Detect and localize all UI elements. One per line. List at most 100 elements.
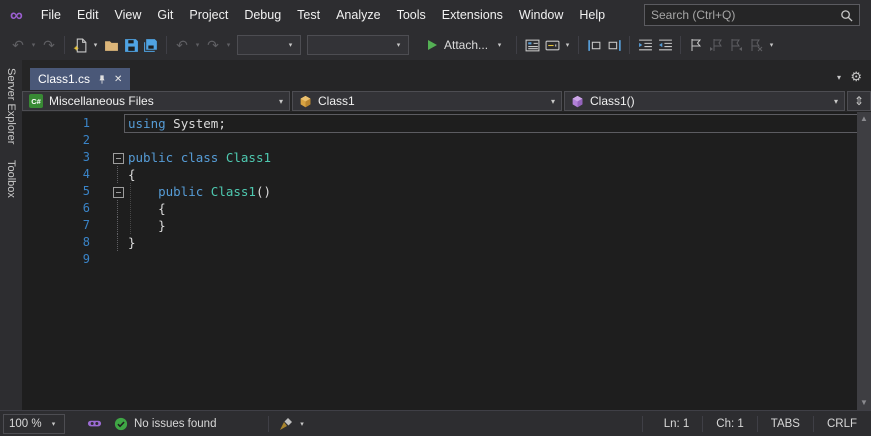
indent-decrease-icon[interactable] [635,34,655,56]
tab-class1-cs[interactable]: Class1.cs ✕ [30,68,131,90]
code-line-5[interactable]: 5 public Class1() [22,183,857,200]
menu-item-project[interactable]: Project [181,4,236,26]
menu-item-test[interactable]: Test [289,4,328,26]
menu-item-window[interactable]: Window [511,4,571,26]
search-icon[interactable] [840,9,853,22]
code-token: Class1 [210,184,256,199]
split-toggle-icon: ⇕ [853,94,865,108]
scroll-down-icon[interactable]: ▼ [857,396,871,410]
solution-platform-combobox[interactable]: ▾ [307,35,409,55]
menu-item-git[interactable]: Git [149,4,181,26]
start-debug-icon [426,39,438,51]
code-line-8[interactable]: 8} [22,234,857,251]
code-line-2[interactable]: 2 [22,132,857,149]
code-token: } [128,218,166,233]
tab-settings-gear-icon[interactable]: ⚙ [850,69,862,85]
navigate-backward-dropdown-icon[interactable]: ▾ [28,41,39,49]
code-line-9[interactable]: 9 [22,251,857,268]
menu-item-analyze[interactable]: Analyze [328,4,388,26]
fold-collapse-button[interactable] [112,149,125,166]
menu-item-edit[interactable]: Edit [69,4,107,26]
line-ending-indicator[interactable]: CRLF [816,418,868,430]
member-list-icon[interactable] [522,34,542,56]
fold-collapse-button[interactable] [112,183,125,200]
code-cleanup-dropdown-icon[interactable]: ▾ [296,420,307,428]
code-token: Class1 [225,150,272,165]
code-token: System; [173,116,226,131]
copilot-icon[interactable] [87,416,102,431]
save-all-icon[interactable] [141,34,161,56]
menu-item-view[interactable]: View [107,4,150,26]
redo-icon[interactable]: ↷ [203,34,223,56]
navigate-forward-icon[interactable]: ↷ [39,34,59,56]
code-editor[interactable]: 1 using System; 2 3 public class Class1 4{5 p… [22,112,871,410]
undo-dropdown-icon[interactable]: ▾ [192,41,203,49]
pin-icon[interactable] [97,74,107,85]
navigate-backward-icon[interactable]: ↶ [8,34,28,56]
indent-guide [130,183,131,234]
quick-info-icon[interactable] [584,34,604,56]
tab-list-dropdown-icon[interactable]: ▾ [837,73,841,82]
toolbar-separator [680,36,682,54]
code-cleanup-button[interactable]: ▾ [279,417,307,431]
indent-increase-icon[interactable] [655,34,675,56]
zoom-dropdown[interactable]: 100 % ▾ [3,413,65,434]
fold-margin [112,217,125,234]
project-dropdown[interactable]: C# Miscellaneous Files ▾ [22,91,290,111]
solution-configuration-combobox[interactable]: ▾ [237,35,301,55]
document-health-indicator[interactable]: No issues found [114,417,216,431]
type-dropdown[interactable]: Class1 ▾ [292,91,562,111]
code-line-7[interactable]: 7 } [22,217,857,234]
code-line-1[interactable]: 1 using System; [22,114,858,133]
new-file-dropdown-icon[interactable]: ▾ [90,41,101,49]
visual-studio-window: ∞ File Edit View Git Project Debug Test Analyze… [0,0,871,436]
indent-mode-indicator[interactable]: TABS [760,418,811,430]
line-indicator[interactable]: Ln: 1 [653,418,701,430]
close-tab-icon[interactable]: ✕ [114,74,122,85]
toolbar-dropdown-icon[interactable]: ▾ [562,41,573,49]
tab-strip: Class1.cs ✕ ▾ ⚙ [22,60,871,90]
attach-button[interactable]: Attach... ▾ [420,34,511,56]
toolbar-separator [578,36,580,54]
parameter-info-icon[interactable] [542,34,562,56]
attach-dropdown-icon[interactable]: ▾ [494,41,505,49]
column-indicator[interactable]: Ch: 1 [705,418,755,430]
fold-margin [112,251,125,268]
word-completion-icon[interactable] [604,34,624,56]
zoom-dropdown-icon: ▾ [51,420,56,428]
method-icon [571,95,584,108]
toolbar-overflow-icon[interactable]: ▾ [766,41,777,49]
menu-item-extensions[interactable]: Extensions [434,4,511,26]
menu-item-debug[interactable]: Debug [236,4,289,26]
save-icon[interactable] [121,34,141,56]
open-file-icon[interactable] [101,34,121,56]
side-tab-toolbox[interactable]: Toolbox [5,160,17,198]
scroll-up-icon[interactable]: ▲ [857,112,871,126]
member-dropdown[interactable]: Class1() ▾ [564,91,845,111]
undo-icon[interactable]: ↶ [172,34,192,56]
chevron-down-icon: ▾ [833,96,838,106]
code-line-4[interactable]: 4{ [22,166,857,183]
search-box[interactable] [644,4,860,26]
code-line-3[interactable]: 3 public class Class1 [22,149,857,166]
menu-item-tools[interactable]: Tools [389,4,434,26]
chevron-down-icon: ▾ [550,96,555,106]
status-separator [702,415,704,432]
toolbar-separator [629,36,631,54]
next-bookmark-icon[interactable] [726,34,746,56]
clear-bookmarks-icon[interactable] [746,34,766,56]
menu-item-help[interactable]: Help [571,4,613,26]
split-window-button[interactable]: ⇕ [847,91,871,111]
previous-bookmark-icon[interactable] [706,34,726,56]
menu-item-file[interactable]: File [33,4,69,26]
code-line-6[interactable]: 6 { [22,200,857,217]
redo-dropdown-icon[interactable]: ▾ [223,41,234,49]
toggle-bookmark-icon[interactable] [686,34,706,56]
new-file-icon[interactable] [70,34,90,56]
vertical-scrollbar[interactable]: ▲ ▼ [857,112,871,410]
search-input[interactable] [651,8,840,22]
toolbar-separator [64,36,65,54]
side-tab-server-explorer[interactable]: Server Explorer [5,68,17,144]
